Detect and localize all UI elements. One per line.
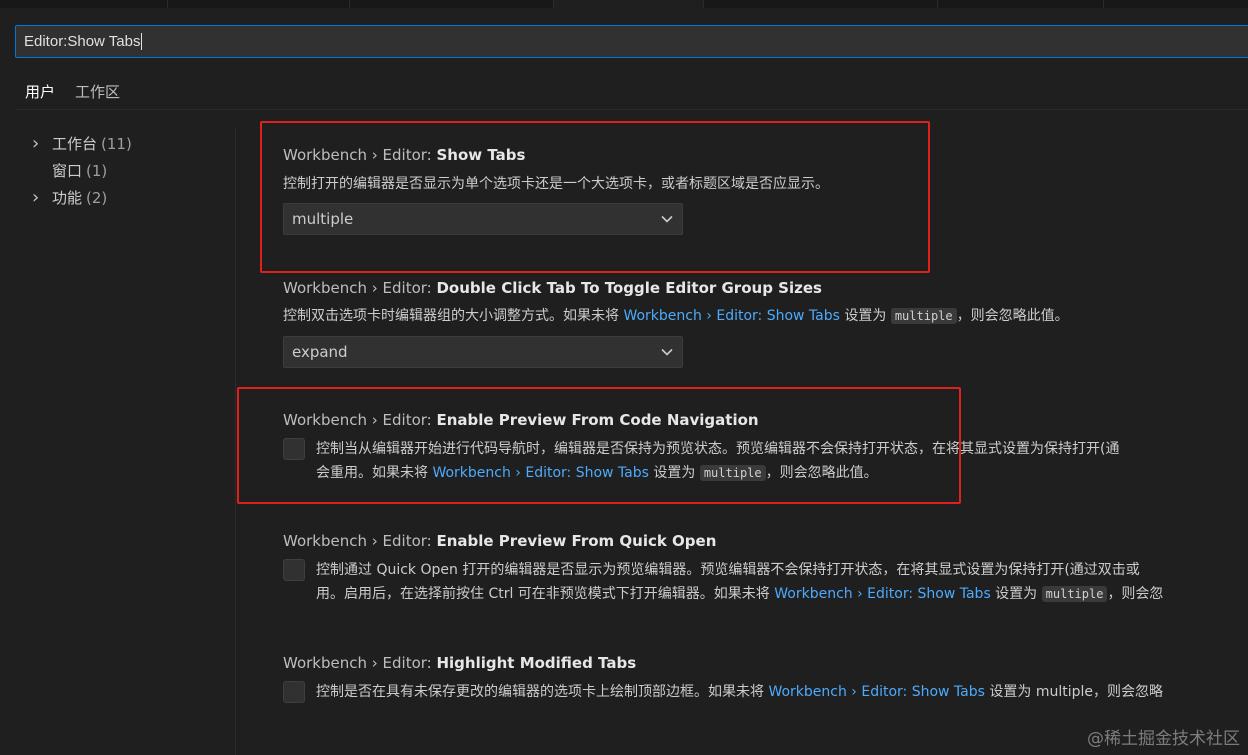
highlight-modified-tabs-checkbox[interactable] <box>283 681 305 703</box>
checkbox-row: 控制通过 Quick Open 打开的编辑器是否显示为预览编辑器。预览编辑器不会… <box>283 558 1248 606</box>
setting-key: Enable Preview From Code Navigation <box>436 411 759 429</box>
setting-key: Highlight Modified Tabs <box>436 654 637 672</box>
toc-item-features[interactable]: › 功能 (2) <box>30 184 230 211</box>
setting-show-tabs: Workbench › Editor: Show Tabs 控制打开的编辑器是否… <box>283 144 1248 235</box>
editor-tab[interactable] <box>350 0 554 8</box>
checkbox-row: 控制当从编辑器开始进行代码导航时，编辑器是否保持为预览状态。预览编辑器不会保持打… <box>283 437 1248 485</box>
toc-item-window[interactable]: › 窗口 (1) <box>30 157 230 184</box>
checkbox-row: 控制是否在具有未保存更改的编辑器的选项卡上绘制顶部边框。如果未将 Workben… <box>283 680 1248 704</box>
setting-category: Workbench › Editor: <box>283 654 437 672</box>
setting-double-click-tab: Workbench › Editor: Double Click Tab To … <box>283 277 1248 368</box>
setting-title: Workbench › Editor: Double Click Tab To … <box>283 277 1248 299</box>
setting-key: Double Click Tab To Toggle Editor Group … <box>436 279 822 297</box>
desc-text: 设置为 <box>648 465 700 481</box>
desc-text: ，则会忽略此值。 <box>956 308 1069 324</box>
editor-tab-active[interactable] <box>554 0 704 8</box>
watermark: @稀土掘金技术社区 <box>1087 729 1240 749</box>
show-tabs-select[interactable]: multiple <box>283 203 683 235</box>
editor-tab[interactable] <box>1104 0 1248 8</box>
inline-code: multiple <box>890 308 957 324</box>
desc-text: 设置为 multiple，则会忽略 <box>984 684 1163 700</box>
setting-highlight-modified-tabs: Workbench › Editor: Highlight Modified T… <box>283 652 1248 704</box>
settings-toc: › 工作台 (11) › 窗口 (1) › 功能 (2) <box>30 130 230 211</box>
editor-tab[interactable] <box>168 0 350 8</box>
desc-text: 设置为 <box>839 308 891 324</box>
desc-text: 控制双击选项卡时编辑器组的大小调整方式。如果未将 <box>283 308 624 324</box>
editor-tab[interactable] <box>938 0 1104 8</box>
editor-tab[interactable] <box>704 0 938 8</box>
inline-code: multiple <box>1041 586 1108 602</box>
editor-tab-strip <box>0 0 1248 8</box>
chevron-down-icon <box>660 345 674 359</box>
settings-search-input[interactable]: Editor:Show Tabs <box>15 25 1248 58</box>
chevron-right-icon: › <box>32 186 40 208</box>
settings-scope-tabs: 用户 工作区 <box>15 78 130 110</box>
toc-item-count: (2) <box>86 188 108 207</box>
setting-description: 控制双击选项卡时编辑器组的大小调整方式。如果未将 Workbench › Edi… <box>283 304 1248 328</box>
tab-workspace[interactable]: 工作区 <box>65 78 130 110</box>
preview-quick-open-checkbox[interactable] <box>283 559 305 581</box>
setting-preview-code-navigation: Workbench › Editor: Enable Preview From … <box>283 409 1248 485</box>
chevron-down-icon <box>660 212 674 226</box>
setting-category: Workbench › Editor: <box>283 532 437 550</box>
desc-line: 用。启用后，在选择前按住 Ctrl 可在非预览模式下打开编辑器。如果未将 Wor… <box>316 582 1163 606</box>
desc-text: 控制是否在具有未保存更改的编辑器的选项卡上绘制顶部边框。如果未将 <box>316 684 769 700</box>
toc-item-count: (11) <box>101 134 132 153</box>
toc-item-workbench[interactable]: › 工作台 (11) <box>30 130 230 157</box>
toc-divider <box>235 128 236 755</box>
toc-item-label: 工作台 <box>52 135 98 153</box>
preview-code-navigation-checkbox[interactable] <box>283 438 305 460</box>
search-query: Editor:Show Tabs <box>24 33 141 50</box>
editor-tab[interactable] <box>0 0 168 8</box>
text-caret <box>141 33 143 50</box>
setting-category: Workbench › Editor: <box>283 411 437 429</box>
setting-link[interactable]: Workbench › Editor: Show Tabs <box>623 308 839 324</box>
select-value: multiple <box>292 210 354 228</box>
setting-title: Workbench › Editor: Enable Preview From … <box>283 409 1248 431</box>
desc-text: ，则会忽略此值。 <box>765 465 878 481</box>
chevron-right-icon: › <box>32 132 40 154</box>
setting-category: Workbench › Editor: <box>283 146 437 164</box>
desc-text: 会重用。如果未将 <box>316 465 433 481</box>
desc-text: ，则会忽 <box>1107 586 1164 602</box>
setting-preview-quick-open: Workbench › Editor: Enable Preview From … <box>283 530 1248 606</box>
setting-category: Workbench › Editor: <box>283 279 437 297</box>
setting-description: 控制当从编辑器开始进行代码导航时，编辑器是否保持为预览状态。预览编辑器不会保持打… <box>316 437 1119 485</box>
setting-title: Workbench › Editor: Highlight Modified T… <box>283 652 1248 674</box>
setting-description: 控制是否在具有未保存更改的编辑器的选项卡上绘制顶部边框。如果未将 Workben… <box>316 680 1163 704</box>
select-value: expand <box>292 343 348 361</box>
setting-key: Show Tabs <box>436 146 526 164</box>
toc-item-label: 窗口 <box>52 162 83 180</box>
desc-text: 设置为 <box>990 586 1042 602</box>
desc-line: 控制通过 Quick Open 打开的编辑器是否显示为预览编辑器。预览编辑器不会… <box>316 562 1140 578</box>
desc-text: 用。启用后，在选择前按住 Ctrl 可在非预览模式下打开编辑器。如果未将 <box>316 586 775 602</box>
tab-user[interactable]: 用户 <box>15 78 66 110</box>
setting-description: 控制通过 Quick Open 打开的编辑器是否显示为预览编辑器。预览编辑器不会… <box>316 558 1163 606</box>
double-click-select[interactable]: expand <box>283 336 683 368</box>
toc-item-label: 功能 <box>52 189 83 207</box>
toc-item-count: (1) <box>86 161 108 180</box>
inline-code: multiple <box>699 465 766 481</box>
setting-key: Enable Preview From Quick Open <box>436 532 717 550</box>
setting-link[interactable]: Workbench › Editor: Show Tabs <box>432 465 648 481</box>
scope-tabs-divider <box>15 109 1248 110</box>
setting-link[interactable]: Workbench › Editor: Show Tabs <box>774 586 990 602</box>
setting-link[interactable]: Workbench › Editor: Show Tabs <box>768 684 984 700</box>
setting-title: Workbench › Editor: Enable Preview From … <box>283 530 1248 552</box>
desc-line: 控制当从编辑器开始进行代码导航时，编辑器是否保持为预览状态。预览编辑器不会保持打… <box>316 441 1120 457</box>
setting-title: Workbench › Editor: Show Tabs <box>283 144 1248 166</box>
setting-description: 控制打开的编辑器是否显示为单个选项卡还是一个大选项卡，或者标题区域是否应显示。 <box>283 176 829 192</box>
desc-line: 会重用。如果未将 Workbench › Editor: Show Tabs 设… <box>316 461 1119 485</box>
